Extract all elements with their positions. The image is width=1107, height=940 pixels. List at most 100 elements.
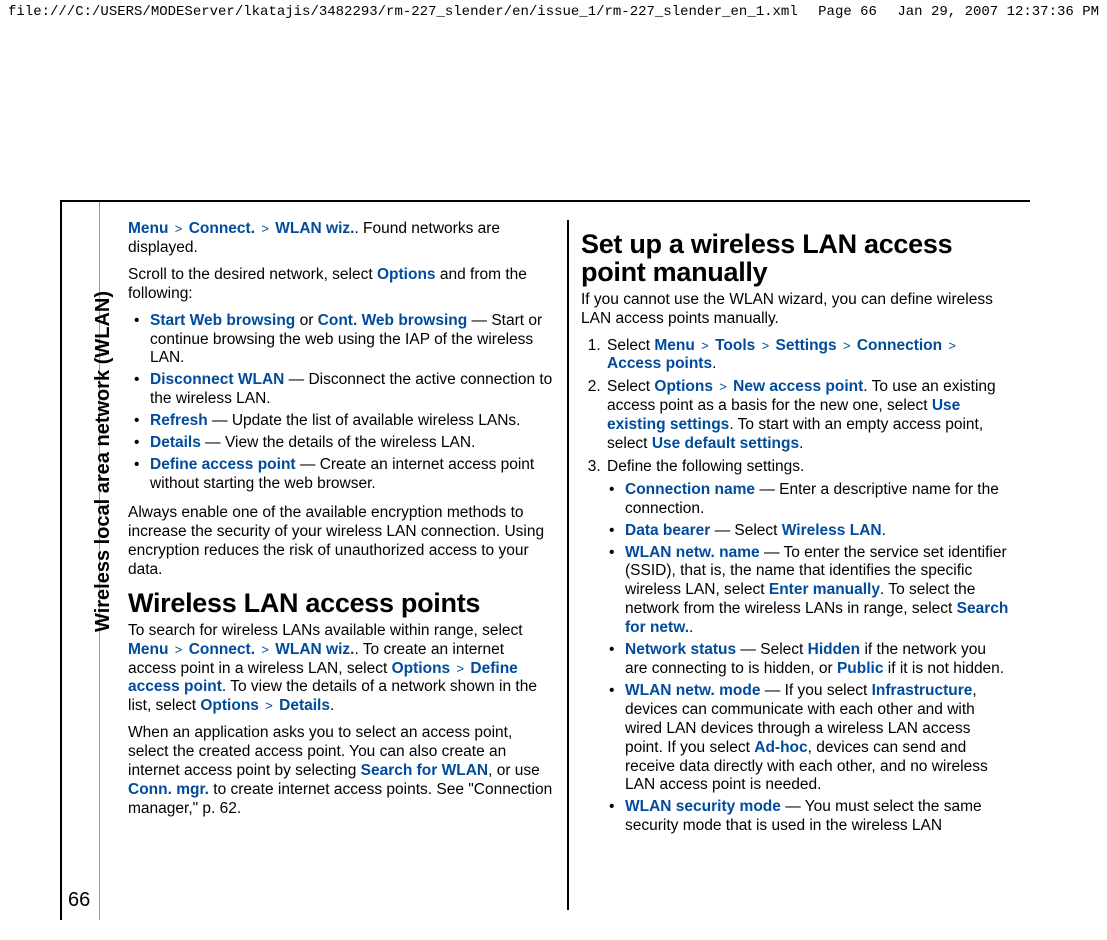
- tools-label: Tools: [715, 337, 755, 354]
- setting-label: WLAN security mode: [625, 798, 781, 815]
- text: — If you select: [760, 682, 871, 699]
- text: or: [295, 312, 317, 329]
- list-item: Define access point — Create an internet…: [128, 456, 555, 494]
- text: if it is not hidden.: [883, 660, 1004, 677]
- page-label: Page 66: [818, 4, 877, 20]
- setup-steps: Select Menu > Tools > Settings > Connect…: [581, 337, 1010, 837]
- section-heading-manual-setup: Set up a wireless LAN access point manua…: [581, 230, 1010, 287]
- right-column: Set up a wireless LAN access point manua…: [569, 220, 1022, 910]
- conn-mgr-label: Conn. mgr.: [128, 781, 209, 798]
- section-category: Wireless local area network (WLAN): [92, 291, 115, 632]
- option-label: Details: [150, 434, 201, 451]
- setting-label: Network status: [625, 641, 736, 658]
- left-column: Menu > Connect. > WLAN wiz.. Found netwo…: [116, 220, 569, 910]
- options-label: Options: [200, 697, 259, 714]
- option-label: Ad-hoc: [754, 739, 807, 756]
- chevron-icon: >: [717, 379, 729, 394]
- connect-label: Connect.: [189, 641, 255, 658]
- wlan-options-list: Start Web browsing or Cont. Web browsing…: [128, 312, 555, 494]
- list-item: Data bearer — Select Wireless LAN.: [603, 522, 1010, 541]
- text: — Select: [710, 522, 782, 539]
- setting-label: Connection name: [625, 481, 755, 498]
- step-3: Define the following settings. Connectio…: [605, 458, 1010, 836]
- text: — View the details of the wireless LAN.: [201, 434, 476, 451]
- option-label: Disconnect WLAN: [150, 371, 284, 388]
- file-path: file:///C:/USERS/MODEServer/lkatajis/348…: [8, 4, 798, 20]
- menu-label: Menu: [128, 641, 168, 658]
- chevron-icon: >: [173, 221, 185, 236]
- wlan-wiz-label: WLAN wiz.: [275, 220, 354, 237]
- text: Scroll to the desired network, select: [128, 266, 377, 283]
- chevron-icon: >: [263, 698, 275, 713]
- access-points-label: Access points: [607, 355, 712, 372]
- text: Select: [607, 378, 654, 395]
- setting-label: Data bearer: [625, 522, 710, 539]
- list-item: WLAN netw. mode — If you select Infrastr…: [603, 682, 1010, 795]
- connect-label: Connect.: [189, 220, 255, 237]
- intro-path: Menu > Connect. > WLAN wiz.. Found netwo…: [128, 220, 555, 258]
- connection-label: Connection: [857, 337, 942, 354]
- list-item: Network status — Select Hidden if the ne…: [603, 641, 1010, 679]
- text: .: [882, 522, 886, 539]
- chevron-icon: >: [455, 661, 467, 676]
- access-points-p2: When an application asks you to select a…: [128, 724, 555, 819]
- page-frame: Wireless local area network (WLAN) 66 Me…: [60, 200, 1030, 920]
- chevron-icon: >: [699, 338, 711, 353]
- option-label: Cont. Web browsing: [318, 312, 468, 329]
- text: .: [330, 697, 334, 714]
- text: Select: [607, 337, 654, 354]
- file-header: file:///C:/USERS/MODEServer/lkatajis/348…: [0, 0, 1107, 24]
- option-label: Define access point: [150, 456, 296, 473]
- text: .: [799, 435, 803, 452]
- menu-label: Menu: [128, 220, 168, 237]
- text: .: [689, 619, 693, 636]
- options-label: Options: [392, 660, 451, 677]
- scroll-instruction: Scroll to the desired network, select Op…: [128, 266, 555, 304]
- option-label: Wireless LAN: [782, 522, 882, 539]
- option-label: Start Web browsing: [150, 312, 295, 329]
- menu-label: Menu: [654, 337, 694, 354]
- search-wlan-label: Search for WLAN: [361, 762, 488, 779]
- wlan-wiz-label: WLAN wiz.: [275, 641, 354, 658]
- encryption-note: Always enable one of the available encry…: [128, 504, 555, 580]
- chevron-icon: >: [259, 221, 271, 236]
- chevron-icon: >: [841, 338, 853, 353]
- use-default-label: Use default settings: [652, 435, 799, 452]
- step-1: Select Menu > Tools > Settings > Connect…: [605, 337, 1010, 375]
- timestamp: Jan 29, 2007 12:37:36 PM: [897, 4, 1099, 20]
- section-heading-access-points: Wireless LAN access points: [128, 589, 555, 617]
- chevron-icon: >: [760, 338, 772, 353]
- content-columns: Menu > Connect. > WLAN wiz.. Found netwo…: [100, 202, 1030, 920]
- options-label: Options: [377, 266, 436, 283]
- text: .: [712, 355, 716, 372]
- chevron-icon: >: [173, 642, 185, 657]
- list-item: Connection name — Enter a descriptive na…: [603, 481, 1010, 519]
- step-2: Select Options > New access point. To us…: [605, 378, 1010, 454]
- option-label: Public: [837, 660, 884, 677]
- options-label: Options: [654, 378, 713, 395]
- list-item: Start Web browsing or Cont. Web browsing…: [128, 312, 555, 369]
- text: To search for wireless LANs available wi…: [128, 622, 523, 639]
- text: Define the following settings.: [607, 458, 804, 475]
- text: — Update the list of available wireless …: [208, 412, 521, 429]
- setting-label: WLAN netw. name: [625, 544, 760, 561]
- list-item: Refresh — Update the list of available w…: [128, 412, 555, 431]
- settings-label: Settings: [775, 337, 836, 354]
- option-label: Infrastructure: [872, 682, 973, 699]
- chevron-icon: >: [259, 642, 271, 657]
- side-tab: Wireless local area network (WLAN) 66: [62, 202, 100, 920]
- text: , or use: [488, 762, 540, 779]
- list-item: Disconnect WLAN — Disconnect the active …: [128, 371, 555, 409]
- option-label: Refresh: [150, 412, 208, 429]
- list-item: WLAN security mode — You must select the…: [603, 798, 1010, 836]
- option-label: Hidden: [808, 641, 861, 658]
- details-label: Details: [279, 697, 330, 714]
- new-access-point-label: New access point: [733, 378, 863, 395]
- access-points-p1: To search for wireless LANs available wi…: [128, 622, 555, 717]
- chevron-icon: >: [946, 338, 958, 353]
- manual-intro: If you cannot use the WLAN wizard, you c…: [581, 291, 1010, 329]
- setting-label: WLAN netw. mode: [625, 682, 760, 699]
- settings-list: Connection name — Enter a descriptive na…: [603, 481, 1010, 836]
- page-number: 66: [68, 889, 90, 912]
- text: — Select: [736, 641, 808, 658]
